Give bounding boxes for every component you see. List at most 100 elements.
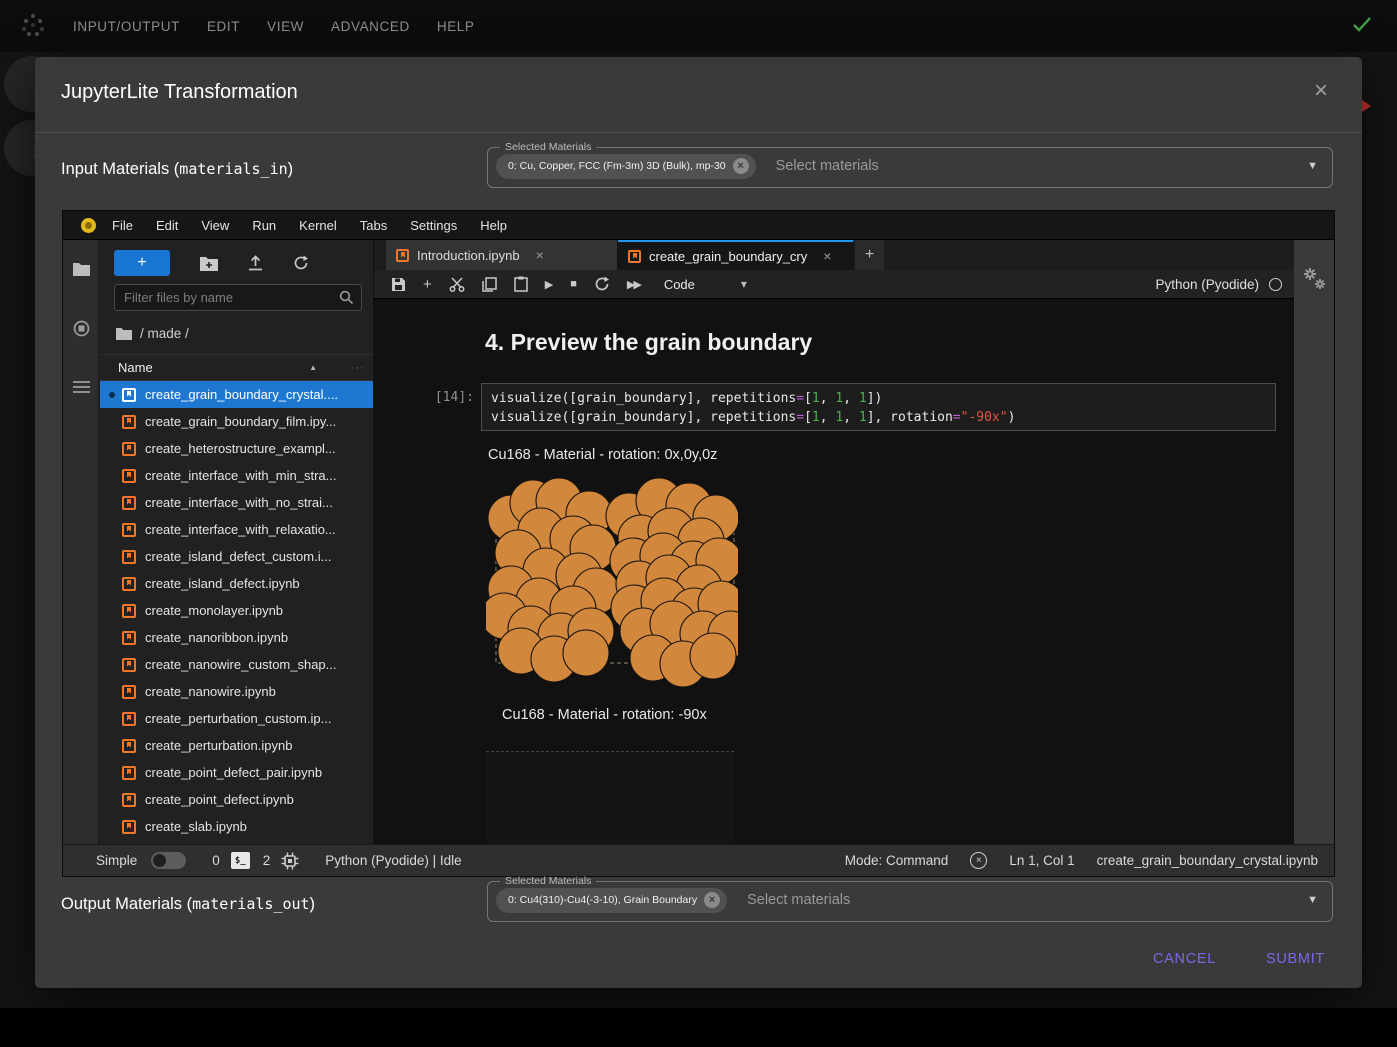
screen: INPUT/OUTPUT EDIT VIEW ADVANCED HELP Jup… bbox=[0, 0, 1397, 1047]
tab-close-icon[interactable]: × bbox=[536, 247, 544, 263]
jupyter-menu-tabs[interactable]: Tabs bbox=[360, 218, 387, 233]
kernel-name[interactable]: Python (Pyodide) bbox=[1155, 277, 1259, 292]
file-row[interactable]: create_point_defect.ipynb bbox=[100, 786, 373, 813]
chevron-down-icon[interactable]: ▾ bbox=[741, 277, 747, 291]
file-row[interactable]: create_perturbation_custom.ip... bbox=[100, 705, 373, 732]
jupyter-menu-kernel[interactable]: Kernel bbox=[299, 218, 337, 233]
file-browser-icon[interactable] bbox=[73, 262, 90, 277]
cursor-position[interactable]: Ln 1, Col 1 bbox=[1009, 853, 1074, 868]
simple-mode-toggle[interactable] bbox=[151, 852, 186, 869]
jupyter-menu-help[interactable]: Help bbox=[480, 218, 507, 233]
file-list: create_grain_boundary_crystal.... create… bbox=[100, 381, 373, 844]
sort-ascending-icon[interactable]: ▲ bbox=[309, 363, 317, 372]
output-material-chip[interactable]: 0: Cu4(310)-Cu4(-3-10), Grain Boundary × bbox=[496, 888, 727, 913]
chip-remove-icon[interactable]: × bbox=[733, 158, 749, 174]
file-row[interactable]: create_interface_with_relaxatio... bbox=[100, 516, 373, 543]
running-kernels-icon[interactable] bbox=[73, 320, 90, 337]
app-logo-dots-icon[interactable] bbox=[22, 14, 46, 38]
file-list-header[interactable]: Name ▲ ··· bbox=[100, 354, 373, 381]
name-column-header[interactable]: Name bbox=[118, 360, 309, 375]
submit-button[interactable]: SUBMIT bbox=[1256, 943, 1335, 975]
file-row[interactable]: create_grain_boundary_film.ipy... bbox=[100, 408, 373, 435]
file-filter-input[interactable] bbox=[115, 285, 315, 310]
code-cell[interactable]: visualize([grain_boundary], repetitions=… bbox=[481, 383, 1276, 431]
file-row[interactable]: create_perturbation.ipynb bbox=[100, 732, 373, 759]
file-row[interactable]: create_heterostructure_exampl... bbox=[100, 435, 373, 462]
new-tab-button[interactable]: + bbox=[855, 240, 884, 270]
file-name: create_point_defect.ipynb bbox=[145, 792, 294, 807]
check-icon[interactable] bbox=[1351, 14, 1373, 34]
chip-remove-icon[interactable]: × bbox=[704, 892, 720, 908]
input-materials-select[interactable]: Selected Materials 0: Cu, Copper, FCC (F… bbox=[487, 141, 1333, 188]
tab-introduction[interactable]: Introduction.ipynb × bbox=[386, 240, 618, 270]
app-menu-edit[interactable]: EDIT bbox=[207, 19, 240, 34]
app-menubar: INPUT/OUTPUT EDIT VIEW ADVANCED HELP bbox=[0, 0, 1397, 52]
input-material-chip[interactable]: 0: Cu, Copper, FCC (Fm-3m) 3D (Bulk), mp… bbox=[496, 154, 756, 179]
file-name: create_monolayer.ipynb bbox=[145, 603, 283, 618]
notebook-icon bbox=[122, 469, 136, 483]
tab-create-grain-boundary[interactable]: create_grain_boundary_cry × bbox=[618, 240, 854, 270]
tab-close-icon[interactable]: × bbox=[823, 248, 831, 264]
refresh-icon[interactable] bbox=[293, 255, 309, 271]
output-materials-select[interactable]: Selected Materials 0: Cu4(310)-Cu4(-3-10… bbox=[487, 875, 1333, 922]
jupyter-menu-file[interactable]: File bbox=[112, 218, 133, 233]
app-menu-input-output[interactable]: INPUT/OUTPUT bbox=[73, 19, 180, 34]
notifications-icon[interactable]: × bbox=[970, 852, 987, 869]
cancel-button[interactable]: CANCEL bbox=[1143, 943, 1226, 975]
notebook-icon bbox=[122, 442, 136, 456]
input-materials-placeholder[interactable]: Select materials bbox=[776, 158, 1307, 174]
upload-icon[interactable] bbox=[248, 255, 263, 271]
kernel-status-text[interactable]: Python (Pyodide) | Idle bbox=[325, 853, 461, 868]
breadcrumb[interactable]: / made / bbox=[116, 326, 189, 341]
kernel-count[interactable]: 2 bbox=[263, 853, 271, 868]
file-row[interactable]: create_nanowire_custom_shap... bbox=[100, 651, 373, 678]
file-row[interactable]: create_slab.ipynb bbox=[100, 813, 373, 840]
app-menu-help[interactable]: HELP bbox=[437, 19, 475, 34]
file-row[interactable]: create_island_defect_custom.i... bbox=[100, 543, 373, 570]
terminal-icon[interactable]: $_ bbox=[231, 852, 250, 869]
notebook-icon bbox=[396, 249, 409, 262]
file-row[interactable]: create_interface_with_min_stra... bbox=[100, 462, 373, 489]
gears-icon[interactable] bbox=[1302, 266, 1328, 294]
cell-type-select[interactable]: Code bbox=[664, 277, 695, 292]
new-launcher-button[interactable]: + bbox=[114, 250, 170, 276]
table-of-contents-icon[interactable] bbox=[73, 380, 90, 394]
terminal-count[interactable]: 0 bbox=[212, 853, 220, 868]
notebook-toolbar: + ▶ ■ ▶▶ Code ▾ Python (Pyodide) bbox=[374, 270, 1294, 299]
app-menu-advanced[interactable]: ADVANCED bbox=[331, 19, 410, 34]
file-row[interactable]: create_point_defect_pair.ipynb bbox=[100, 759, 373, 786]
chevron-down-icon[interactable]: ▼ bbox=[1307, 894, 1318, 906]
column-more-icon[interactable]: ··· bbox=[351, 362, 365, 374]
restart-run-all-icon[interactable]: ▶▶ bbox=[627, 278, 640, 291]
dialog-close-icon[interactable]: × bbox=[1314, 79, 1328, 103]
kernel-running-dot bbox=[109, 392, 115, 398]
file-row[interactable]: create_island_defect.ipynb bbox=[100, 570, 373, 597]
chevron-down-icon[interactable]: ▼ bbox=[1307, 160, 1318, 172]
file-row[interactable]: create_nanoribbon.ipynb bbox=[100, 624, 373, 651]
paste-icon[interactable] bbox=[514, 276, 528, 292]
insert-cell-icon[interactable]: + bbox=[423, 276, 432, 293]
file-row[interactable]: create_nanowire.ipynb bbox=[100, 678, 373, 705]
kernel-chip-icon[interactable] bbox=[281, 852, 299, 870]
run-icon[interactable]: ▶ bbox=[545, 278, 553, 291]
jupyter-menu-view[interactable]: View bbox=[201, 218, 229, 233]
output-materials-placeholder[interactable]: Select materials bbox=[747, 892, 1307, 908]
new-folder-icon[interactable] bbox=[200, 256, 218, 271]
jupyter-menu-run[interactable]: Run bbox=[252, 218, 276, 233]
stop-icon[interactable]: ■ bbox=[570, 278, 577, 290]
file-row[interactable]: create_interface_with_no_strai... bbox=[100, 489, 373, 516]
file-row[interactable]: create_monolayer.ipynb bbox=[100, 597, 373, 624]
file-row[interactable]: create_grain_boundary_crystal.... bbox=[100, 381, 373, 408]
save-icon[interactable] bbox=[391, 277, 406, 292]
mode-indicator[interactable]: Mode: Command bbox=[845, 853, 949, 868]
jupyter-menu-edit[interactable]: Edit bbox=[156, 218, 178, 233]
file-name: create_grain_boundary_crystal.... bbox=[145, 387, 338, 402]
copy-icon[interactable] bbox=[482, 277, 497, 292]
app-menu-view[interactable]: VIEW bbox=[267, 19, 304, 34]
cut-icon[interactable] bbox=[449, 277, 465, 292]
jupyter-menu-settings[interactable]: Settings bbox=[410, 218, 457, 233]
kernel-indicator[interactable]: Python (Pyodide) bbox=[1155, 270, 1282, 299]
notebook-icon bbox=[122, 685, 136, 699]
restart-kernel-icon[interactable] bbox=[594, 276, 610, 292]
search-icon bbox=[339, 290, 354, 305]
